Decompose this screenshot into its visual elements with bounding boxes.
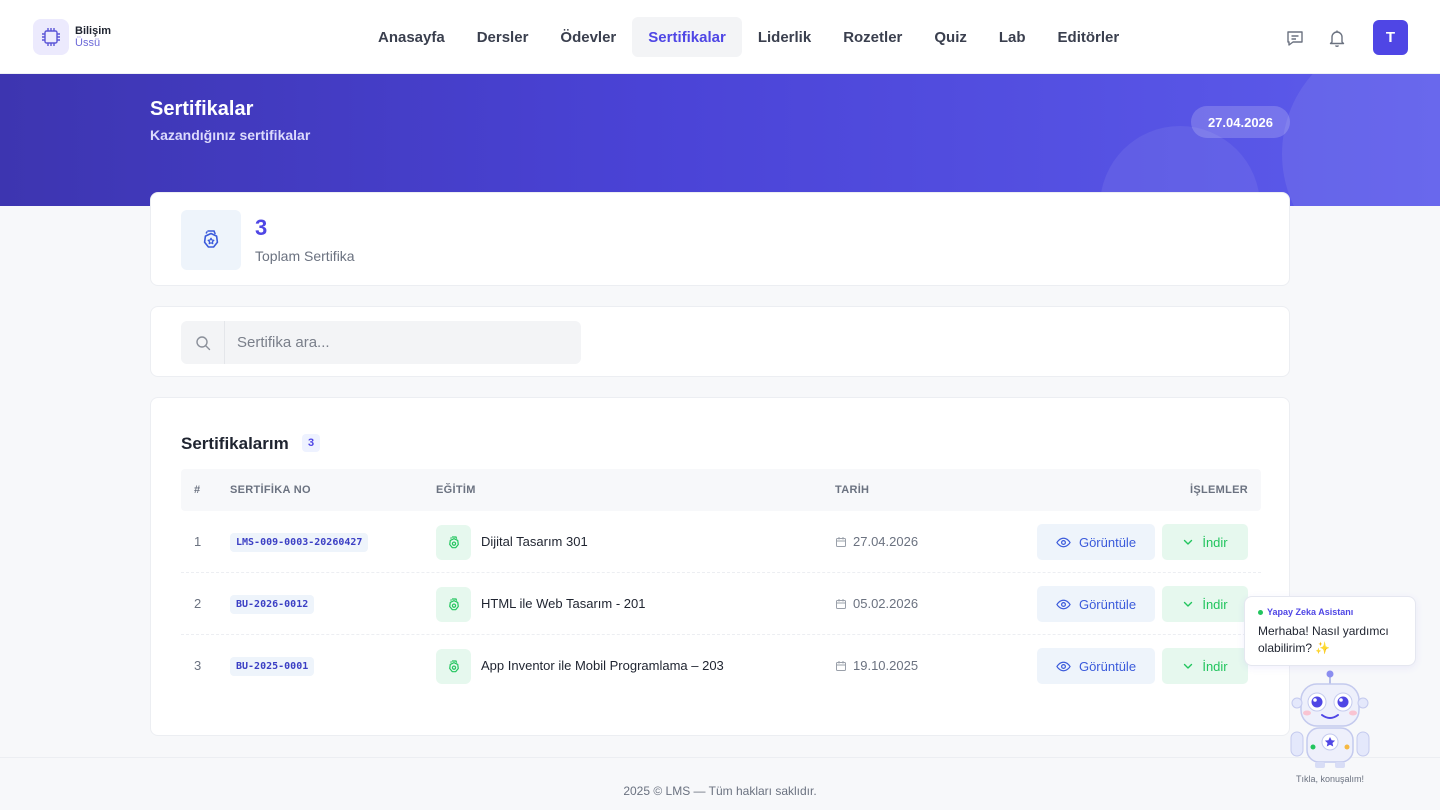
download-button[interactable]: İndir [1162,524,1248,560]
certificate-icon [181,210,241,270]
column-header-education: EĞİTİM [436,484,476,496]
column-header-date: TARİH [835,484,870,496]
row-index: 1 [194,534,202,549]
brand-logo[interactable]: Bilişim Üssü [33,19,111,55]
table-row: 1 LMS-009-0003-20260427 Dijital Tasarım … [181,511,1261,573]
row-index: 2 [194,596,202,611]
download-button[interactable]: İndir [1162,586,1248,622]
search-box [181,321,581,364]
total-certificates-label: Toplam Sertifika [255,248,355,264]
bell-icon[interactable] [1327,28,1347,48]
assistant-title: Yapay Zeka Asistanı [1258,607,1353,617]
chevron-down-icon [1184,663,1193,669]
main-nav: Anasayfa Dersler Ödevler Sertifikalar Li… [362,17,1135,57]
page-header: Sertifikalar Kazandığınız sertifikalar 2… [0,74,1440,206]
search-input[interactable] [225,321,581,364]
user-avatar[interactable]: T [1373,20,1408,55]
view-button[interactable]: Görüntüle [1037,586,1155,622]
education-name: HTML ile Web Tasarım - 201 [481,596,646,611]
download-button-label: İndir [1202,658,1228,674]
chip-icon [33,19,69,55]
calendar-icon [836,660,846,671]
robot-mascot-icon[interactable] [1285,668,1375,772]
download-button-label: İndir [1202,596,1228,612]
nav-editorler[interactable]: Editörler [1042,17,1136,57]
date-text: 27.04.2026 [853,534,919,549]
calendar-icon [836,536,846,547]
certificate-date: 27.04.2026 [835,534,918,549]
assistant-message: Merhaba! Nasıl yardımcı olabilirim? ✨ [1258,624,1389,655]
current-date-badge: 27.04.2026 [1191,106,1290,138]
brand-name: Bilişim [75,25,112,37]
download-button-label: İndir [1202,534,1228,550]
column-header-cert-no: SERTİFİKA NO [230,484,311,496]
education-name: App Inventor ile Mobil Programlama – 203 [481,658,724,673]
calendar-icon [836,598,846,609]
view-button[interactable]: Görüntüle [1037,648,1155,684]
date-text: 05.02.2026 [853,596,919,611]
certificate-date: 05.02.2026 [835,596,918,611]
certificate-icon [436,525,471,560]
online-status-dot [1258,609,1263,615]
decorative-circle [1282,74,1440,206]
list-title: Sertifikalarım [181,434,289,453]
nav-lab[interactable]: Lab [983,17,1042,57]
assistant-speech-bubble[interactable]: Yapay Zeka Asistanı Merhaba! Nasıl yardı… [1244,596,1416,666]
eye-icon [1056,537,1071,547]
search-icon [181,321,225,364]
top-navbar: Bilişim Üssü Anasayfa Dersler Ödevler Se… [0,0,1440,74]
certificate-icon [436,649,471,684]
eye-icon [1056,599,1071,609]
column-header-index: # [194,484,201,496]
eye-icon [1056,661,1071,671]
download-button[interactable]: İndir [1162,648,1248,684]
certificates-list-card: Sertifikalarım 3 # SERTİFİKA NO EĞİTİM T… [150,397,1290,736]
certificate-number: BU-2026-0012 [230,595,315,614]
certificate-icon [436,587,471,622]
message-icon[interactable] [1285,28,1305,48]
footer-text: 2025 © LMS — Tüm hakları saklıdır. [623,784,817,798]
nav-sertifikalar[interactable]: Sertifikalar [632,17,742,57]
view-button-label: Görüntüle [1078,658,1137,674]
date-text: 19.10.2025 [853,658,919,673]
list-count-badge: 3 [302,434,321,452]
table-row: 3 BU-2025-0001 App Inventor ile Mobil Pr… [181,635,1261,697]
nav-dersler[interactable]: Dersler [461,17,545,57]
table-row: 2 BU-2026-0012 HTML ile Web Tasarım - 20… [181,573,1261,635]
chevron-down-icon [1184,539,1193,545]
certificate-date: 19.10.2025 [835,658,918,673]
page-footer: 2025 © LMS — Tüm hakları saklıdır. [0,757,1440,810]
brand-subname: Üssü [75,37,101,49]
nav-anasayfa[interactable]: Anasayfa [362,17,461,57]
nav-odevler[interactable]: Ödevler [544,17,632,57]
nav-liderlik[interactable]: Liderlik [742,17,827,57]
chevron-down-icon [1184,601,1193,607]
nav-quiz[interactable]: Quiz [918,17,983,57]
total-certificates-card: 3 Toplam Sertifika [150,192,1290,286]
education-name: Dijital Tasarım 301 [481,534,588,549]
table-header: # SERTİFİKA NO EĞİTİM TARİH İŞLEMLER [181,469,1261,511]
certificate-number: BU-2025-0001 [230,657,315,676]
page-title: Sertifikalar [150,98,254,120]
view-button[interactable]: Görüntüle [1037,524,1155,560]
assistant-caption: Tıkla, konuşalım! [1295,774,1365,784]
certificate-number: LMS-009-0003-20260427 [230,533,369,552]
nav-rozetler[interactable]: Rozetler [827,17,918,57]
column-header-actions: İŞLEMLER [1189,484,1248,496]
row-index: 3 [194,658,202,673]
view-button-label: Görüntüle [1078,596,1137,612]
page-subtitle: Kazandığınız sertifikalar [150,127,311,143]
search-card [150,306,1290,377]
assistant-title-text: Yapay Zeka Asistanı [1267,607,1354,617]
total-certificates-count: 3 [255,215,268,240]
view-button-label: Görüntüle [1078,534,1137,550]
